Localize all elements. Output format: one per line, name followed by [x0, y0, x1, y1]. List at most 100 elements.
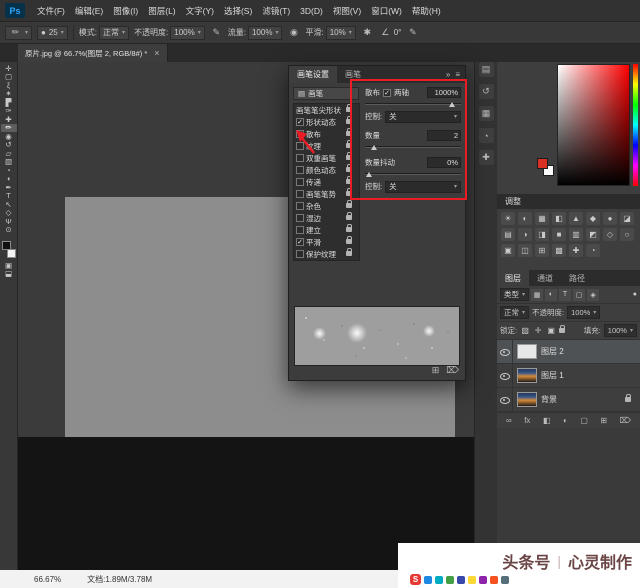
- marquee-tool[interactable]: ▢: [1, 73, 17, 82]
- adjustment-icon-16[interactable]: ○: [620, 228, 634, 241]
- layer-thumbnail[interactable]: [517, 344, 537, 359]
- checkbox[interactable]: ✓: [296, 118, 304, 126]
- layer-opacity-select[interactable]: 100% ▾: [567, 306, 600, 319]
- smoothing-select[interactable]: 10% ▾: [326, 26, 356, 40]
- new-group-icon[interactable]: ▢: [580, 416, 588, 425]
- menu-window[interactable]: 窗口(W): [366, 5, 407, 17]
- color-gradient-field[interactable]: [557, 64, 630, 186]
- filter-adjustment-layers-icon[interactable]: ◐: [545, 289, 557, 301]
- background-color-swatch[interactable]: [7, 249, 16, 258]
- flow-select[interactable]: 100% ▾: [248, 26, 282, 40]
- layer-name[interactable]: 图层 2: [541, 346, 564, 357]
- collapse-panel-icon[interactable]: »: [446, 70, 450, 79]
- lock-icon[interactable]: [346, 227, 353, 233]
- lock-icon[interactable]: [346, 239, 353, 245]
- menu-view[interactable]: 视图(V): [328, 5, 366, 17]
- lock-transparent-icon[interactable]: ▨: [520, 326, 530, 335]
- layer-mask-icon[interactable]: ◧: [543, 416, 551, 425]
- lock-pixels-icon[interactable]: ▣: [546, 326, 556, 335]
- menu-filter[interactable]: 滤镜(T): [257, 5, 295, 17]
- lock-position-icon[interactable]: ✛: [533, 326, 543, 335]
- filter-pixel-layers-icon[interactable]: ▦: [531, 289, 543, 301]
- new-layer-icon[interactable]: ⊞: [600, 416, 607, 425]
- mode-select[interactable]: 正常 ▾: [99, 26, 129, 40]
- menu-help[interactable]: 帮助(H): [407, 5, 446, 17]
- adjustment-icon-17[interactable]: ▣: [501, 244, 515, 257]
- adjustment-icon-1[interactable]: ☀: [501, 212, 515, 225]
- new-brush-icon[interactable]: ⊞: [432, 365, 440, 376]
- screen-mode-button[interactable]: ⬓: [1, 270, 17, 279]
- foreground-color-swatch[interactable]: [2, 241, 11, 250]
- adjustment-icon-21[interactable]: ✚: [569, 244, 583, 257]
- menu-edit[interactable]: 编辑(E): [70, 5, 108, 17]
- filter-type-layers-icon[interactable]: T: [559, 289, 571, 301]
- adjustment-icon-20[interactable]: ▩: [552, 244, 566, 257]
- document-tab[interactable]: 原片.jpg @ 66.7%(图层 2, RGB/8#) * ×: [18, 44, 168, 62]
- checkbox[interactable]: [296, 202, 304, 210]
- menu-file[interactable]: 文件(F): [32, 5, 70, 17]
- adjustment-icon-9[interactable]: ▤: [501, 228, 515, 241]
- brush-option-noise[interactable]: 杂色: [294, 200, 359, 212]
- pen-pressure-opacity-icon[interactable]: ✎: [210, 27, 223, 38]
- opacity-select[interactable]: 100% ▾: [170, 26, 204, 40]
- gradient-tool[interactable]: ▧: [1, 158, 17, 167]
- menu-3d[interactable]: 3D(D): [295, 6, 328, 16]
- close-icon[interactable]: ×: [154, 48, 159, 58]
- hue-slider[interactable]: [633, 64, 638, 186]
- shape-tool[interactable]: ◇: [1, 209, 17, 218]
- filter-toggle-icon[interactable]: ●: [633, 291, 637, 298]
- fill-select[interactable]: 100% ▾: [604, 324, 637, 337]
- eyedropper-tool[interactable]: ✑: [1, 107, 17, 116]
- visibility-toggle[interactable]: [497, 388, 513, 411]
- brush-tool[interactable]: ✏: [1, 124, 17, 133]
- zoom-tool[interactable]: ⊙: [1, 226, 17, 235]
- menu-type[interactable]: 文字(Y): [181, 5, 219, 17]
- dock-panel-icon-1[interactable]: ▤: [479, 62, 494, 77]
- visibility-toggle[interactable]: [497, 364, 513, 387]
- tab-paths[interactable]: 路径: [561, 270, 593, 286]
- adjustment-icon-12[interactable]: ■: [552, 228, 566, 241]
- adjustment-icon-7[interactable]: ●: [603, 212, 617, 225]
- menu-image[interactable]: 图像(I): [108, 5, 143, 17]
- adjustment-icon-11[interactable]: ◨: [535, 228, 549, 241]
- checkbox[interactable]: [296, 250, 304, 258]
- airbrush-icon[interactable]: ◉: [287, 27, 300, 38]
- adjustment-layer-icon[interactable]: ◐: [563, 416, 568, 425]
- adjustment-icon-18[interactable]: ◫: [518, 244, 532, 257]
- checkbox[interactable]: [296, 190, 304, 198]
- layer-effects-icon[interactable]: fx: [524, 416, 530, 425]
- dock-panel-icon-4[interactable]: ◔: [479, 128, 494, 143]
- adjustment-icon-15[interactable]: ◇: [603, 228, 617, 241]
- brush-option-build-up[interactable]: 建立: [294, 224, 359, 236]
- filter-shape-layers-icon[interactable]: ▢: [573, 289, 585, 301]
- smoothing-options-gear-icon[interactable]: ✱: [361, 27, 374, 38]
- tool-preset-picker[interactable]: ✏ ▾: [5, 26, 32, 40]
- tab-brush-settings[interactable]: 画笔设置: [289, 66, 337, 83]
- checkbox[interactable]: [296, 226, 304, 234]
- link-layers-icon[interactable]: ∞: [506, 416, 512, 425]
- layer-row-layer2[interactable]: 图层 2: [497, 340, 640, 364]
- dodge-tool[interactable]: ◖: [1, 175, 17, 184]
- brush-option-protect-texture[interactable]: 保护纹理: [294, 248, 359, 260]
- checkbox[interactable]: [296, 214, 304, 222]
- adjustment-icon-5[interactable]: ▲: [569, 212, 583, 225]
- adjustment-icon-13[interactable]: ▥: [569, 228, 583, 241]
- dock-panel-icon-5[interactable]: ✚: [479, 150, 494, 165]
- layer-filter-type-select[interactable]: 类型 ▾: [500, 288, 529, 301]
- tab-channels[interactable]: 通道: [529, 270, 561, 286]
- layer-row-background[interactable]: 背景: [497, 388, 640, 412]
- blend-mode-select[interactable]: 正常 ▾: [500, 306, 529, 319]
- layer-row-layer1[interactable]: 图层 1: [497, 364, 640, 388]
- lock-icon[interactable]: [346, 215, 353, 221]
- menu-layer[interactable]: 图层(L): [143, 5, 180, 17]
- tab-layers[interactable]: 图层: [497, 270, 529, 286]
- adjustment-icon-10[interactable]: ◑: [518, 228, 532, 241]
- foreground-color-indicator[interactable]: [537, 158, 548, 169]
- checkbox[interactable]: [296, 178, 304, 186]
- pen-pressure-size-icon[interactable]: ✎: [406, 27, 419, 38]
- delete-brush-icon[interactable]: ⌦: [446, 365, 459, 376]
- lock-all-icon[interactable]: [559, 328, 566, 334]
- dock-panel-icon-3[interactable]: ▦: [479, 106, 494, 121]
- adjustment-icon-6[interactable]: ◆: [586, 212, 600, 225]
- zoom-level[interactable]: 66.67%: [34, 575, 61, 584]
